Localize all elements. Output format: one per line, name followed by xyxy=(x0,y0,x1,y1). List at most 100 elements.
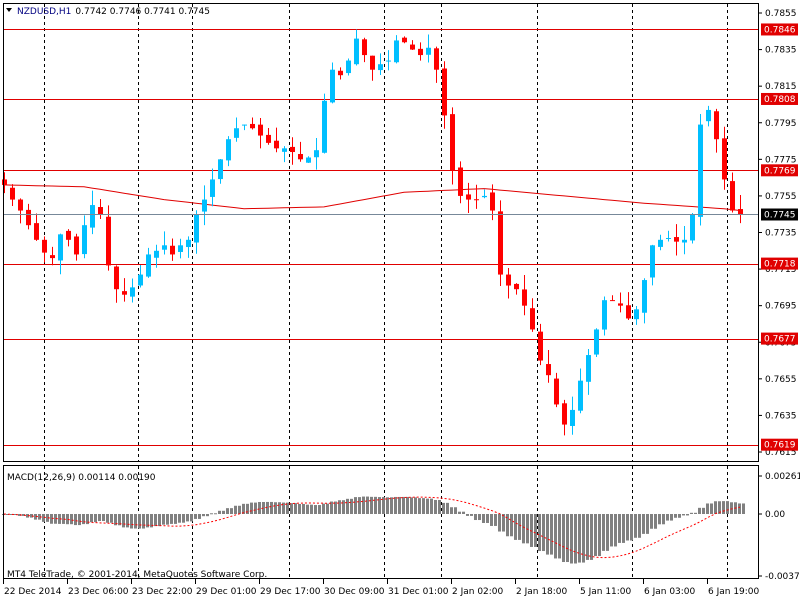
price-tick-label: 0.7695 xyxy=(765,302,797,312)
macd-bar xyxy=(462,511,465,514)
macd-bar xyxy=(674,514,677,518)
macd-bar xyxy=(90,514,93,523)
bull-candle xyxy=(146,254,151,277)
macd-bar xyxy=(438,499,441,514)
macd-bar xyxy=(182,514,185,523)
bull-candle xyxy=(658,239,663,247)
bull-candle xyxy=(578,380,583,411)
macd-bar xyxy=(714,501,717,514)
bear-candle xyxy=(290,146,295,153)
bull-candle xyxy=(642,280,647,313)
bull-candle xyxy=(90,205,95,228)
time-label: 29 Dec 17:00 xyxy=(260,587,321,597)
bear-candle xyxy=(362,39,367,56)
bear-candle xyxy=(66,230,71,240)
level-price-label: 0.7718 xyxy=(764,260,796,270)
macd-bar xyxy=(522,514,525,544)
bull-candle xyxy=(650,245,655,278)
bear-candle xyxy=(170,245,175,255)
time-label: 30 Dec 09:00 xyxy=(324,587,385,597)
macd-bar xyxy=(434,499,437,514)
bull-candle xyxy=(58,234,63,261)
macd-bar xyxy=(710,503,713,514)
price-tick-label: 0.7655 xyxy=(765,375,797,385)
macd-bar xyxy=(110,514,113,523)
macd-bar xyxy=(222,510,225,514)
macd-bar xyxy=(78,514,81,526)
dropdown-triangle-icon[interactable] xyxy=(6,8,12,12)
macd-bar xyxy=(298,503,301,514)
macd-bar xyxy=(666,514,669,521)
vertical-grid xyxy=(44,4,728,578)
macd-bar xyxy=(366,496,369,514)
macd-bar xyxy=(642,514,645,534)
bull-candle xyxy=(426,47,431,55)
bear-candle xyxy=(490,192,495,211)
macd-bar xyxy=(130,514,133,529)
macd-bar xyxy=(414,497,417,514)
bull-candle xyxy=(226,139,231,161)
time-label: 23 Dec 06:00 xyxy=(68,587,129,597)
bull-candle xyxy=(210,179,215,197)
macd-bar xyxy=(310,504,313,514)
bull-candle xyxy=(330,69,335,103)
bear-candle xyxy=(434,48,439,70)
macd-bar xyxy=(346,498,349,514)
macd-bar xyxy=(122,514,125,528)
level-price-label: 0.7619 xyxy=(764,441,796,451)
macd-bar xyxy=(422,498,425,514)
macd-bar xyxy=(198,514,201,519)
macd-bar xyxy=(98,514,101,522)
macd-bar xyxy=(474,514,477,521)
macd-bar xyxy=(614,514,617,547)
macd-bar xyxy=(698,507,701,514)
bull-candle xyxy=(690,214,695,241)
bull-candle xyxy=(194,214,199,243)
bull-candle xyxy=(570,409,575,426)
bear-candle xyxy=(538,331,543,361)
bear-candle xyxy=(626,305,631,319)
bear-candle xyxy=(458,167,463,196)
macd-bar xyxy=(278,502,281,514)
macd-bar xyxy=(558,514,561,559)
bear-candle xyxy=(298,153,303,160)
symbol-title: NZDUSD,H1 0.7742 0.7746 0.7741 0.7745 xyxy=(17,7,210,17)
macd-bar xyxy=(338,500,341,514)
macd-bar xyxy=(126,514,129,528)
macd-bar xyxy=(166,514,169,525)
price-tick-label: 0.7795 xyxy=(765,119,797,129)
bull-candle xyxy=(162,245,167,250)
bull-candle xyxy=(130,287,135,297)
macd-bar xyxy=(582,514,585,563)
macd-bar xyxy=(654,514,657,529)
bear-candle xyxy=(442,68,447,116)
macd-bar xyxy=(50,514,53,524)
bear-candle xyxy=(466,194,471,200)
macd-bar xyxy=(214,513,217,515)
macd-bar xyxy=(154,514,157,527)
macd-bar xyxy=(250,502,253,514)
macd-bar xyxy=(690,512,693,514)
price-chart[interactable]: 0.7855 0.7835 0.7815 0.7795 0.7775 0.7755 0.77… xyxy=(0,0,800,600)
bear-candle xyxy=(26,209,31,226)
macd-bar xyxy=(670,514,673,521)
bear-candle xyxy=(122,291,127,295)
macd-bar xyxy=(490,514,493,526)
current-price-label: 0.7745 xyxy=(764,211,796,221)
macd-bar xyxy=(454,507,457,514)
macd-bar xyxy=(598,514,601,556)
time-axis: 22 Dec 2014 23 Dec 06:00 23 Dec 22:00 29 De… xyxy=(3,579,760,597)
bear-candle xyxy=(106,216,111,266)
macd-bar xyxy=(574,514,577,564)
bear-candle xyxy=(530,308,535,330)
bear-candle xyxy=(506,274,511,286)
time-label: 2 Jan 02:00 xyxy=(452,587,504,597)
bull-candle xyxy=(82,225,87,255)
macd-bar xyxy=(630,514,633,541)
macd-bar xyxy=(686,514,689,516)
macd-bar xyxy=(82,514,85,525)
bull-candle xyxy=(282,148,287,152)
price-tick-label: 0.7855 xyxy=(765,9,797,19)
price-tick-label: 0.7755 xyxy=(765,192,797,202)
macd-axis: 0.00261 0.00 -0.00375 xyxy=(758,472,800,582)
